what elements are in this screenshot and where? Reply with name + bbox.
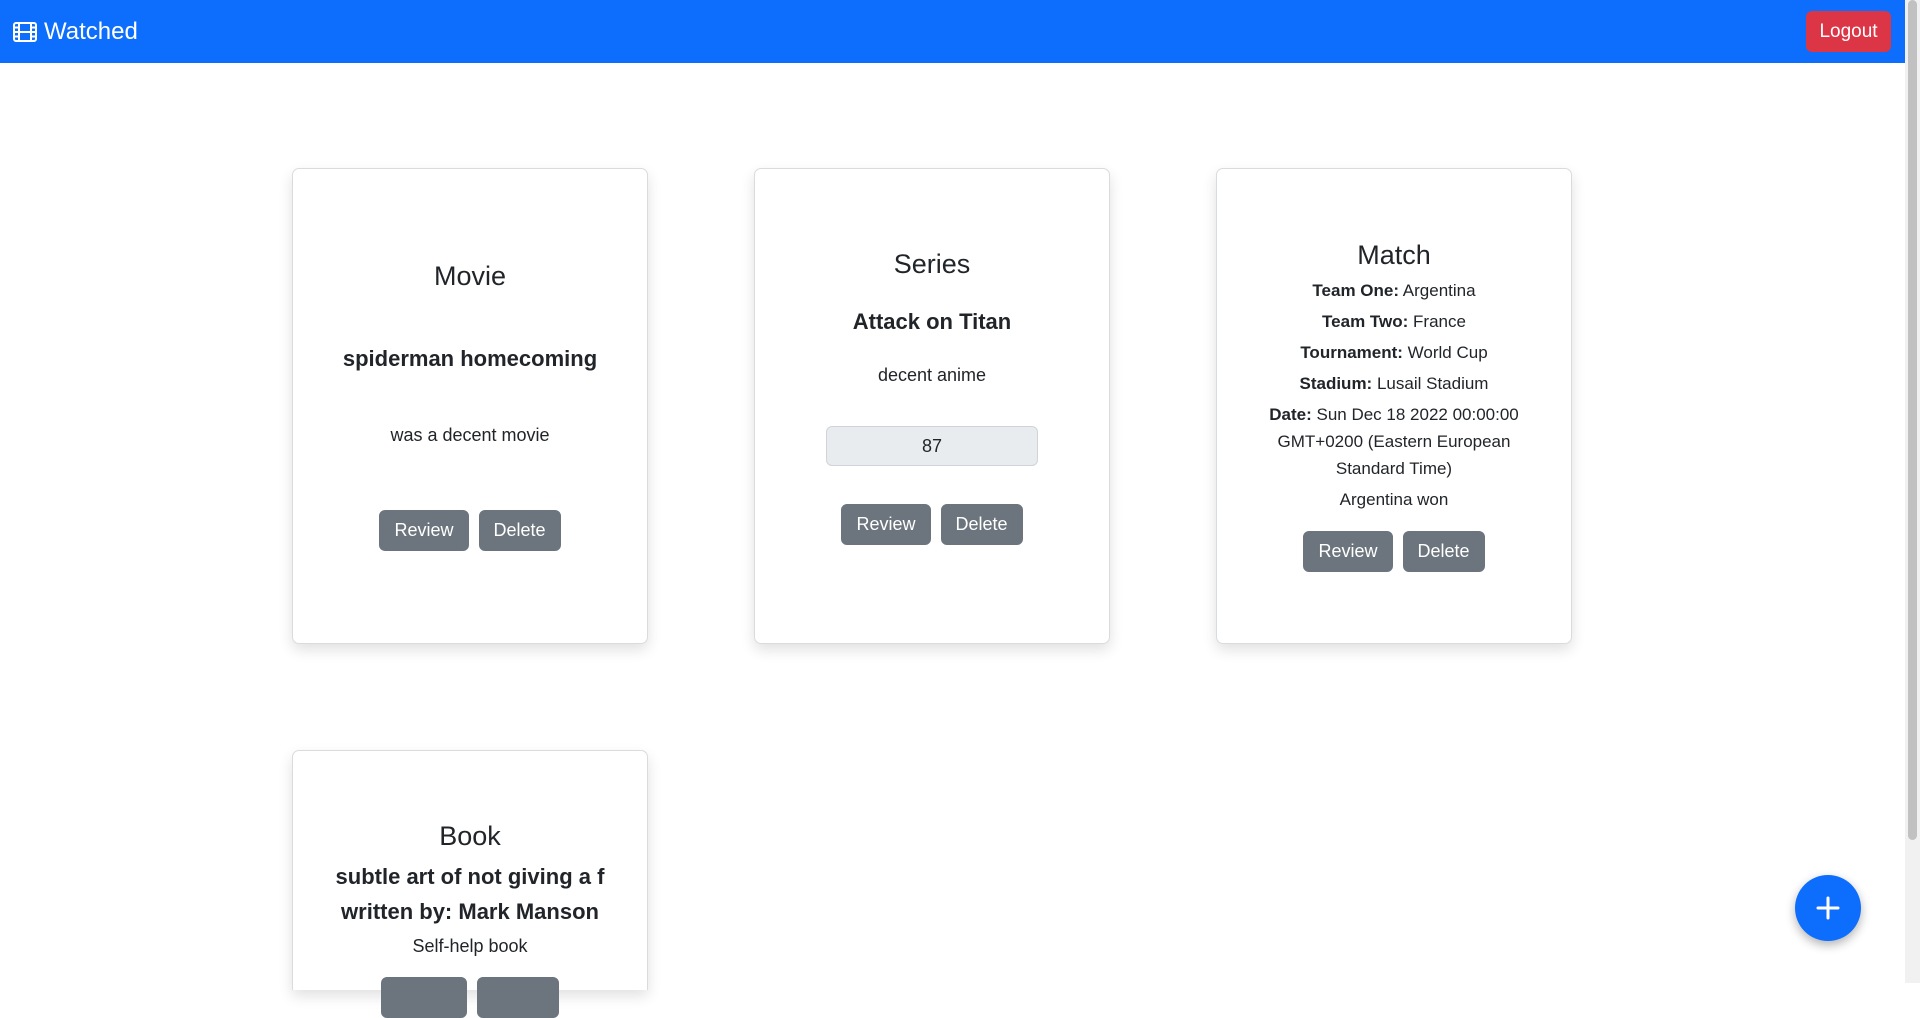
review-button[interactable]: Review bbox=[379, 510, 469, 551]
brand-link[interactable]: Watched bbox=[13, 18, 138, 46]
film-icon bbox=[13, 22, 37, 42]
brand-name: Watched bbox=[44, 18, 138, 45]
date-value-end: Standard Time) bbox=[1335, 459, 1453, 478]
book-card: Book subtle art of not giving a f writte… bbox=[292, 750, 648, 1018]
delete-button[interactable]: Delete bbox=[1402, 531, 1485, 572]
card-kind: Match bbox=[1357, 240, 1431, 270]
navbar: Watched Logout bbox=[0, 0, 1905, 63]
card-kind: Series bbox=[893, 249, 971, 279]
card-description: decent anime bbox=[877, 365, 987, 385]
delete-button[interactable] bbox=[477, 977, 559, 1018]
card-title: spiderman homecoming bbox=[342, 346, 598, 371]
stadium-value: Lusail Stadium bbox=[1376, 374, 1489, 393]
add-button[interactable] bbox=[1795, 875, 1861, 941]
page-scrollbar[interactable] bbox=[1905, 0, 1920, 983]
date-value-cont: GMT+0200 (Eastern European bbox=[1277, 432, 1511, 451]
review-button[interactable] bbox=[381, 977, 467, 1018]
rating-field[interactable] bbox=[826, 426, 1038, 466]
card-author: written by: Mark Manson bbox=[341, 899, 599, 924]
logout-button[interactable]: Logout bbox=[1806, 11, 1891, 52]
movie-card: Movie spiderman homecoming was a decent … bbox=[292, 168, 648, 644]
tournament-label: Tournament: bbox=[1300, 343, 1403, 362]
card-kind: Book bbox=[439, 821, 501, 851]
match-card: Match Team One: Argentina Team Two: Fran… bbox=[1216, 168, 1572, 644]
match-details: Team One: Argentina Team Two: France Tou… bbox=[1217, 277, 1571, 513]
review-button[interactable]: Review bbox=[1303, 531, 1393, 572]
tournament-value: World Cup bbox=[1407, 343, 1488, 362]
card-kind: Movie bbox=[433, 261, 507, 291]
stadium-label: Stadium: bbox=[1299, 374, 1373, 393]
card-title: Attack on Titan bbox=[852, 309, 1012, 334]
date-label: Date: bbox=[1269, 405, 1312, 424]
team-one-value: Argentina bbox=[1402, 281, 1476, 300]
team-two-label: Team Two: bbox=[1322, 312, 1409, 331]
delete-button[interactable]: Delete bbox=[940, 504, 1023, 545]
date-value: Sun Dec 18 2022 00:00:00 bbox=[1316, 405, 1519, 424]
review-button[interactable]: Review bbox=[841, 504, 931, 545]
card-description: was a decent movie bbox=[390, 425, 550, 445]
team-two-value: France bbox=[1413, 312, 1466, 331]
team-one-label: Team One: bbox=[1312, 281, 1399, 300]
delete-button[interactable]: Delete bbox=[478, 510, 561, 551]
series-card: Series Attack on Titan decent anime Revi… bbox=[754, 168, 1110, 644]
card-title: subtle art of not giving a f bbox=[335, 864, 605, 889]
match-result: Argentina won bbox=[1339, 490, 1449, 509]
plus-icon bbox=[1816, 896, 1840, 920]
scrollbar-thumb[interactable] bbox=[1908, 0, 1917, 840]
card-description: Self-help book bbox=[412, 936, 528, 956]
